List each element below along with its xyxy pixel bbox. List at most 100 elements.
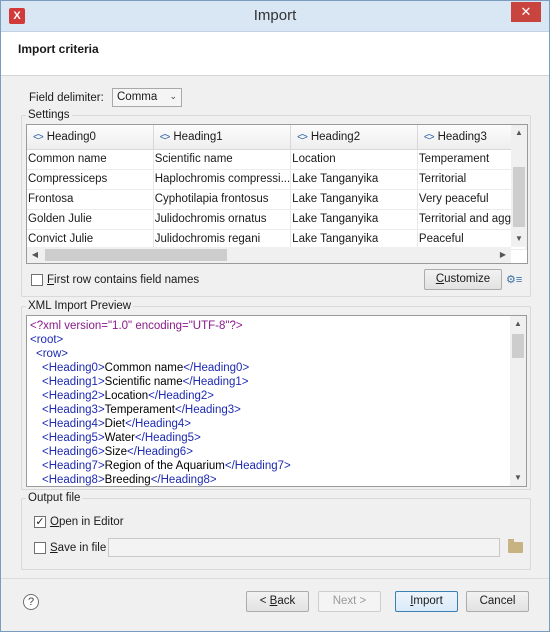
xml-tag-icon: <>: [423, 131, 435, 143]
xml-close-tag: </Heading3>: [174, 404, 241, 416]
save-in-file-label: Save in file: [50, 542, 106, 554]
field-delimiter-select[interactable]: Comma ⌄: [112, 88, 182, 107]
header-band: Import criteria: [1, 32, 549, 76]
scroll-down-icon[interactable]: ▼: [511, 231, 527, 247]
xml-open-tag: <Heading8>: [42, 474, 105, 486]
table-cell: Convict Julie: [27, 229, 154, 250]
xml-close-tag: </Heading0>: [183, 362, 250, 374]
table-row[interactable]: Convict Julie Julidochromis regani Lake …: [27, 229, 527, 250]
xml-close-tag: </Heading7>: [224, 460, 291, 472]
xml-tag-icon: <>: [33, 131, 44, 143]
table-cell: Scientific name: [153, 149, 292, 170]
column-header-label: Heading3: [437, 130, 487, 143]
help-icon[interactable]: ?: [23, 594, 39, 610]
first-row-checkbox[interactable]: [31, 274, 43, 286]
xml-vertical-scrollbar[interactable]: ▲ ▼: [510, 316, 526, 486]
column-header[interactable]: <> Heading1: [153, 125, 292, 150]
settings-grid: <> Heading0 <> Heading1 <> Heading2 <> Headi…: [27, 125, 527, 250]
xml-preview-area[interactable]: <?xml version="1.0" encoding="UTF-8"?> <…: [26, 315, 527, 487]
xml-field-line: <Heading6>Size</Heading6>: [30, 445, 291, 459]
open-in-editor-checkbox[interactable]: ✓: [34, 516, 46, 528]
scroll-thumb[interactable]: [512, 334, 524, 358]
scroll-thumb[interactable]: [45, 249, 227, 261]
table-row[interactable]: Common name Scientific name Location Tem…: [27, 149, 527, 170]
xml-text: Region of the Aquarium: [104, 460, 225, 472]
scroll-up-icon[interactable]: ▲: [511, 125, 527, 141]
first-row-label-text: irst row contains field names: [54, 274, 200, 286]
customize-hotkey: C: [435, 273, 445, 285]
scroll-up-icon[interactable]: ▲: [510, 316, 526, 332]
table-cell: Lake Tanganyika: [290, 189, 418, 210]
xml-close-tag: </Heading2>: [148, 390, 215, 402]
gear-icon[interactable]: ⚙≡: [506, 273, 522, 286]
xml-root-open: <root>: [30, 334, 64, 346]
xml-declaration: <?xml version="1.0" encoding="UTF-8"?>: [30, 320, 243, 332]
xml-text: Location: [104, 390, 149, 402]
xml-field-line: <Heading3>Temperament</Heading3>: [30, 403, 291, 417]
cancel-button[interactable]: Cancel: [466, 591, 529, 612]
back-prefix: <: [259, 595, 270, 607]
folder-icon[interactable]: [508, 539, 523, 553]
import-button[interactable]: Import: [395, 591, 458, 612]
first-row-label: First row contains field names: [47, 274, 199, 286]
xml-open-tag: <Heading0>: [42, 362, 105, 374]
customize-label: ustomize: [444, 273, 491, 285]
settings-vertical-scrollbar[interactable]: ▲ ▼: [511, 125, 527, 247]
table-row[interactable]: Compressiceps Haplochromis compressi... …: [27, 169, 527, 190]
table-cell: Haplochromis compressi...: [153, 169, 292, 190]
next-button[interactable]: Next >: [318, 591, 381, 612]
field-delimiter-label: Field delimiter:: [29, 92, 104, 104]
settings-horizontal-scrollbar[interactable]: ◀ ▶: [27, 247, 511, 263]
table-cell: Lake Tanganyika: [290, 169, 418, 190]
customize-button[interactable]: Customize: [424, 269, 502, 290]
back-button[interactable]: < Back: [246, 591, 309, 612]
xml-text: Diet: [104, 418, 126, 430]
xml-field-line: <Heading5>Water</Heading5>: [30, 431, 291, 445]
scroll-thumb[interactable]: [513, 167, 525, 227]
column-header[interactable]: <> Heading2: [290, 125, 418, 150]
table-cell: Compressiceps: [27, 169, 154, 190]
table-cell: Lake Tanganyika: [290, 209, 418, 230]
xml-open-tag: <Heading2>: [42, 390, 105, 402]
save-in-file-hotkey: S: [50, 542, 58, 554]
scroll-down-icon[interactable]: ▼: [510, 470, 526, 486]
table-cell: Frontosa: [27, 189, 154, 210]
scroll-right-icon[interactable]: ▶: [495, 247, 511, 263]
column-header-label: Heading0: [46, 130, 96, 143]
xml-close-tag: </Heading5>: [134, 432, 201, 444]
table-cell: Golden Julie: [27, 209, 154, 230]
settings-table[interactable]: <> Heading0 <> Heading1 <> Heading2 <> Headi…: [26, 124, 528, 264]
window-title: Import: [253, 7, 297, 24]
save-path-input[interactable]: [108, 538, 500, 557]
xml-field-line: <Heading4>Diet</Heading4>: [30, 417, 291, 431]
table-row[interactable]: Frontosa Cyphotilapia frontosus Lake Tan…: [27, 189, 527, 210]
xml-text: Water: [104, 432, 135, 444]
table-row[interactable]: Golden Julie Julidochromis ornatus Lake …: [27, 209, 527, 230]
xml-row-open: <row>: [36, 348, 68, 360]
scroll-left-icon[interactable]: ◀: [27, 247, 43, 263]
column-header[interactable]: <> Heading0: [27, 125, 154, 150]
xml-text: Temperament: [104, 404, 175, 416]
open-in-editor-label: Open in Editor: [50, 516, 124, 528]
xml-field-line: <Heading1>Scientific name</Heading1>: [30, 375, 291, 389]
footer-divider: [1, 578, 549, 579]
table-cell: Common name: [27, 149, 154, 170]
xml-open-tag: <Heading4>: [42, 418, 105, 430]
xml-text: Breeding: [104, 474, 151, 486]
xml-close-tag: </Heading8>: [150, 474, 217, 486]
xml-close-tag: </Heading4>: [125, 418, 191, 430]
import-dialog: X Import ✕ Import criteria Field delimit…: [0, 0, 550, 632]
xml-tag-icon: <>: [159, 131, 171, 143]
save-in-file-checkbox[interactable]: [34, 542, 46, 554]
xml-close-tag: </Heading6>: [127, 446, 193, 458]
page-title: Import criteria: [18, 42, 99, 56]
table-cell: Julidochromis ornatus: [153, 209, 292, 230]
close-button[interactable]: ✕: [511, 2, 541, 22]
xml-open-tag: <Heading3>: [42, 404, 105, 416]
field-delimiter-value: Comma: [117, 91, 158, 103]
xml-lines: <?xml version="1.0" encoding="UTF-8"?> <…: [30, 319, 291, 486]
output-file-title: Output file: [26, 492, 83, 504]
output-file-group: [21, 498, 531, 570]
first-row-label-hotkey: F: [47, 274, 55, 286]
settings-group-title: Settings: [26, 109, 72, 121]
